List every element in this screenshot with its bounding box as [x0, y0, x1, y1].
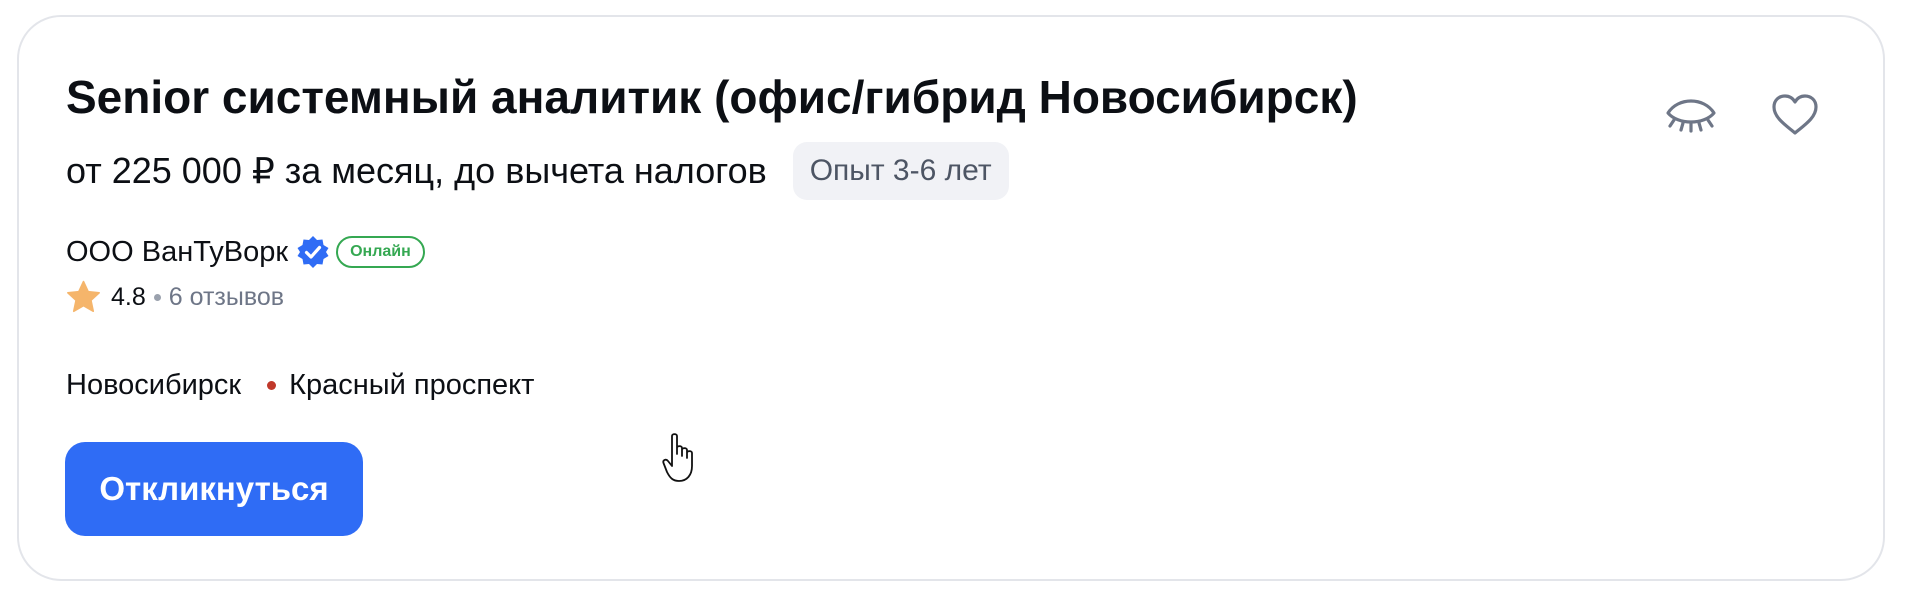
metro-station: Красный проспект [289, 369, 535, 401]
apply-button[interactable]: Откликнуться [65, 442, 363, 536]
favorite-button[interactable] [1763, 85, 1827, 149]
vacancy-title[interactable]: Senior системный аналитик (офис/гибрид Н… [66, 70, 1358, 124]
metro-line-dot [267, 381, 277, 390]
rating-value: 4.8 [111, 282, 146, 311]
salary-row: от 225 000 ₽ за месяц, до вычета налогов… [66, 142, 1009, 200]
star-icon [66, 280, 101, 314]
rating-row: 4.8 6 отзывов [66, 280, 284, 314]
separator-dot [153, 293, 161, 301]
experience-badge: Опыт 3-6 лет [792, 142, 1009, 200]
eye-closed-icon [1664, 93, 1718, 142]
reviews-link[interactable]: 6 отзывов [169, 283, 284, 312]
hand-pointer-cursor-icon [662, 432, 698, 484]
online-badge: Онлайн [336, 236, 425, 268]
salary: от 225 000 ₽ за месяц, до вычета налогов [66, 150, 767, 191]
heart-icon [1770, 93, 1820, 142]
location-row: Новосибирск Красный проспект [66, 369, 534, 402]
city: Новосибирск [66, 369, 242, 401]
company-name[interactable]: ООО ВанТуВорк [66, 236, 288, 269]
hide-vacancy-button[interactable] [1659, 85, 1723, 149]
verified-badge-icon [296, 235, 330, 269]
vacancy-card[interactable]: Senior системный аналитик (офис/гибрид Н… [17, 15, 1885, 581]
company-row: ООО ВанТуВорк Онлайн [66, 235, 425, 269]
